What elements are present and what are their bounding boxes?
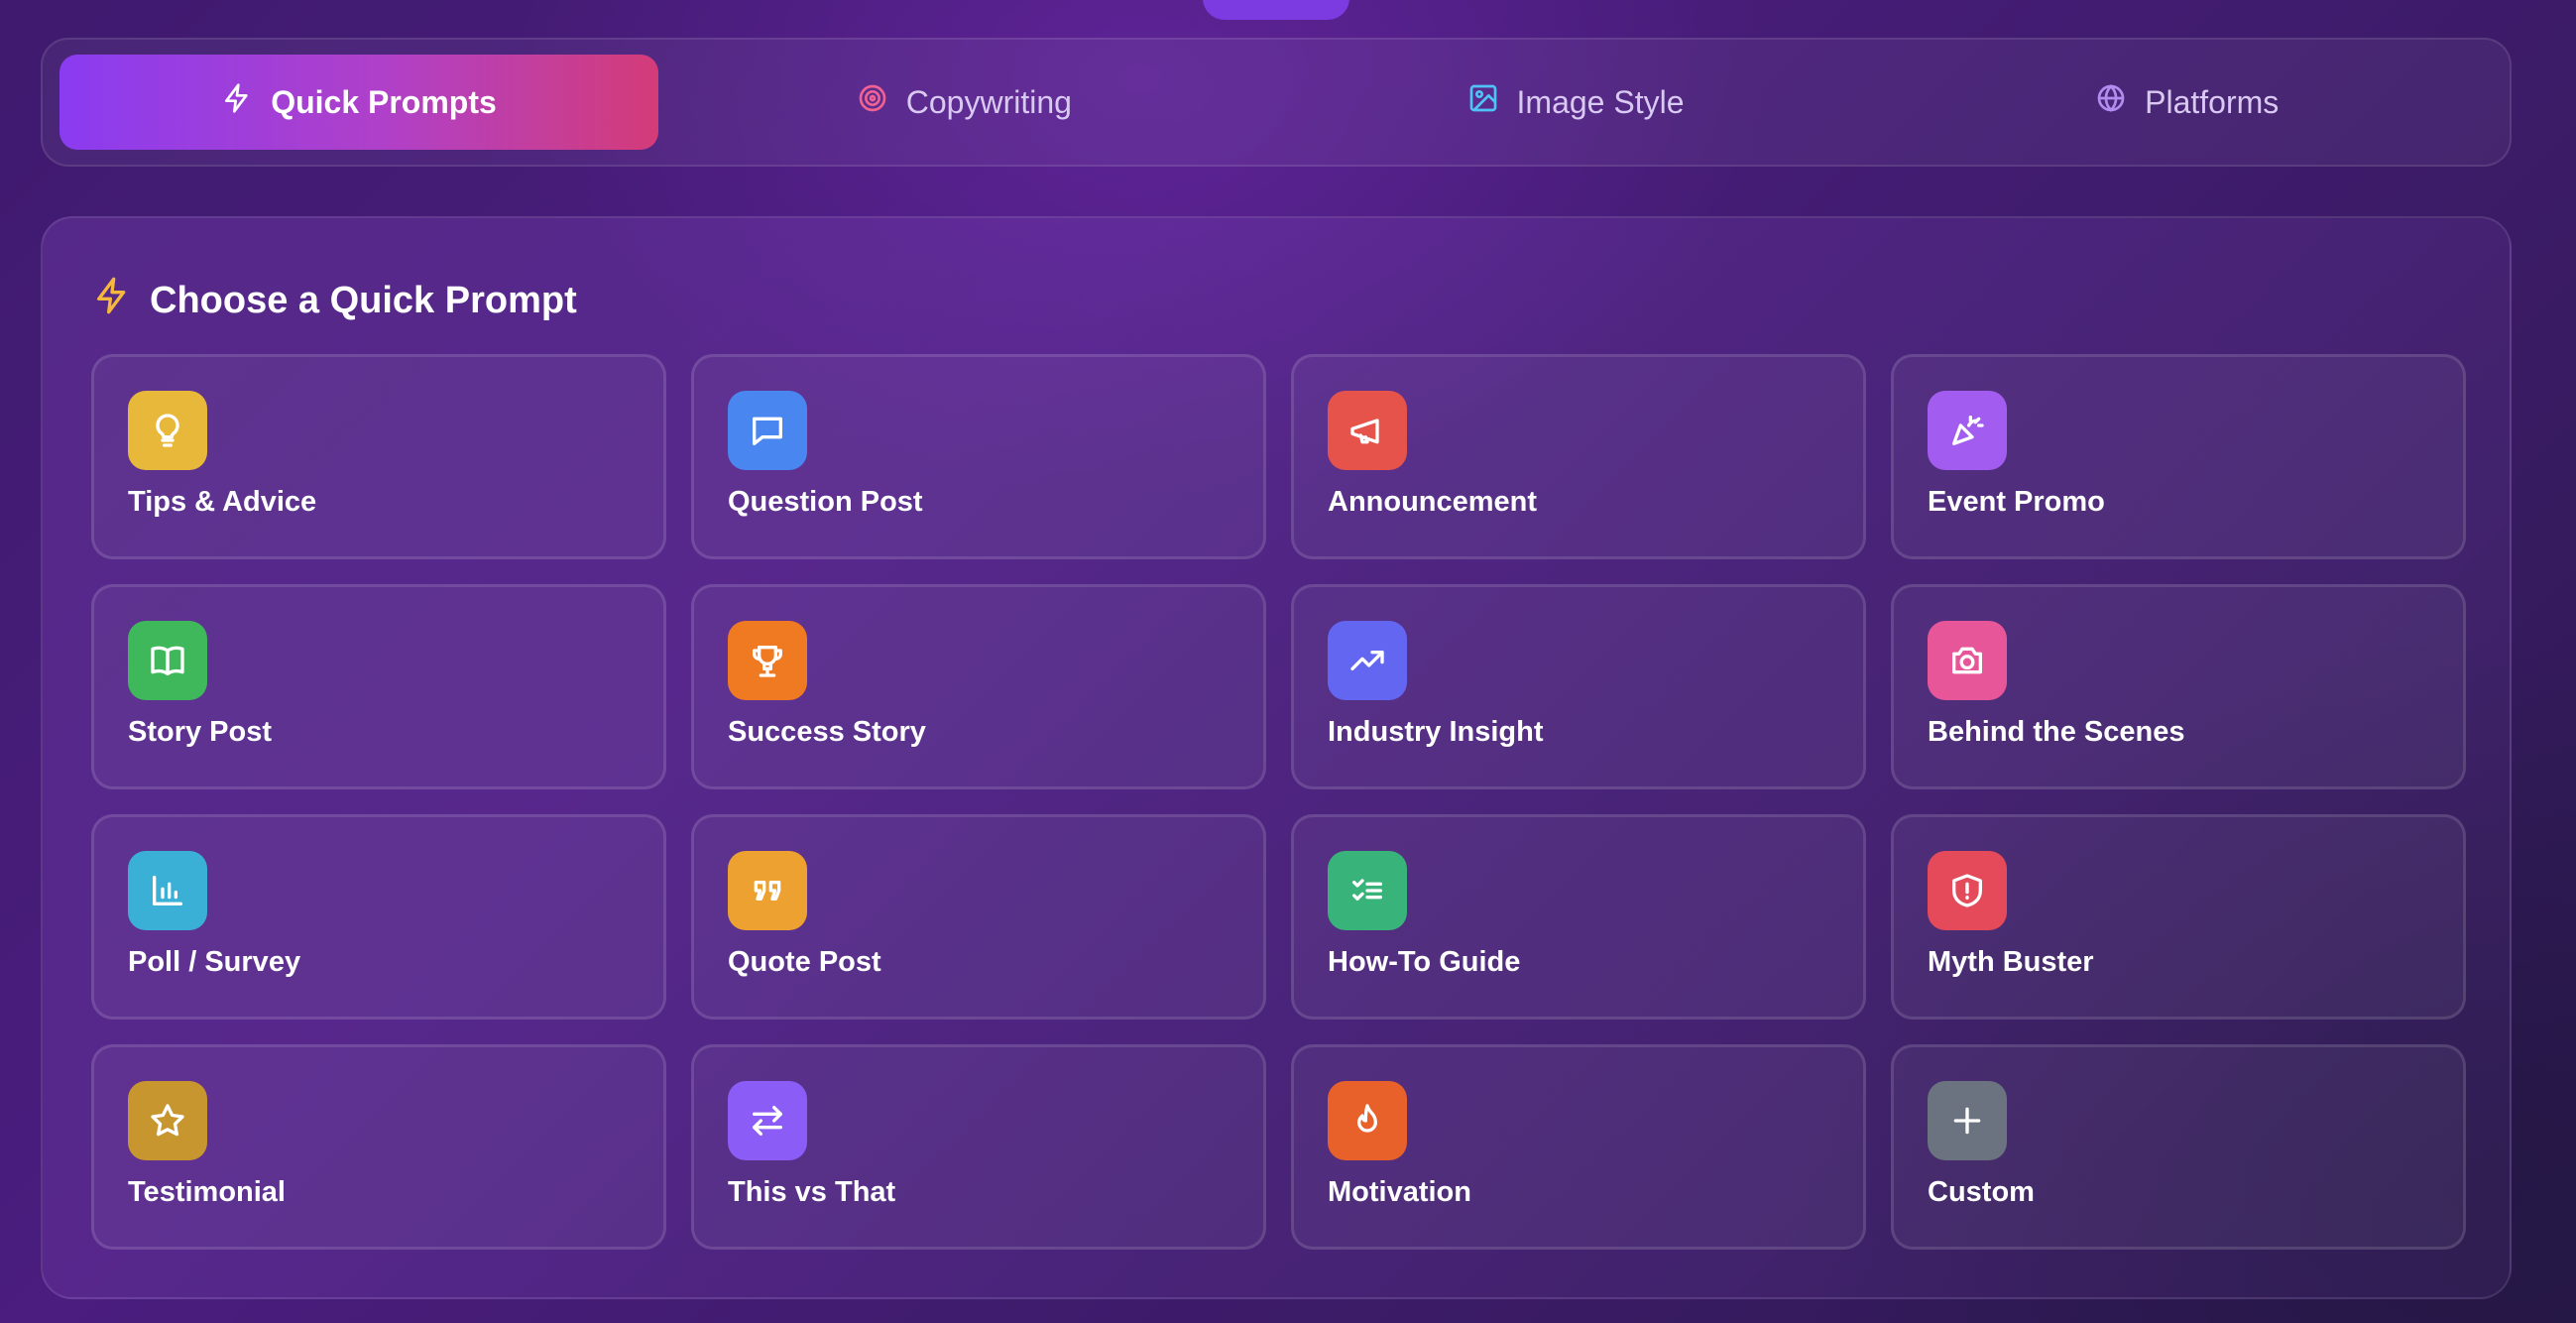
prompt-card-this-vs-that[interactable]: This vs That (691, 1044, 1266, 1250)
checklist-icon (1328, 851, 1407, 930)
tab-platforms[interactable]: Platforms (1881, 55, 2493, 150)
plus-icon (1928, 1081, 2007, 1160)
prompt-card-label: Behind the Scenes (1928, 716, 2185, 748)
swap-arrows-icon (728, 1081, 807, 1160)
flame-icon (1328, 1081, 1407, 1160)
target-icon (857, 82, 888, 122)
open-book-icon (128, 621, 207, 700)
megaphone-icon (1328, 391, 1407, 470)
prompt-card-label: Testimonial (128, 1176, 286, 1208)
prompt-card-how-to-guide[interactable]: How-To Guide (1291, 814, 1866, 1020)
party-popper-icon (1928, 391, 2007, 470)
tab-label: Image Style (1516, 83, 1685, 120)
tab-image-style[interactable]: Image Style (1270, 55, 1882, 150)
panel-title-text: Choose a Quick Prompt (150, 279, 577, 321)
prompt-card-motivation[interactable]: Motivation (1291, 1044, 1866, 1250)
bar-chart-icon (128, 851, 207, 930)
tab-label: Platforms (2145, 83, 2280, 120)
prompt-card-label: Story Post (128, 716, 273, 748)
prompt-card-announcement[interactable]: Announcement (1291, 354, 1866, 559)
prompt-card-poll-survey[interactable]: Poll / Survey (91, 814, 666, 1020)
prompt-card-label: Custom (1928, 1176, 2035, 1208)
quick-prompt-panel: Choose a Quick Prompt Tips & Advice Quest… (41, 216, 2512, 1299)
prompt-card-story-post[interactable]: Story Post (91, 584, 666, 789)
lightning-icon (92, 276, 132, 325)
prompt-card-question-post[interactable]: Question Post (691, 354, 1266, 559)
lightbulb-icon (128, 391, 207, 470)
prompt-card-label: This vs That (728, 1176, 896, 1208)
trophy-icon (728, 621, 807, 700)
prompt-card-label: Question Post (728, 486, 923, 518)
prompt-card-success-story[interactable]: Success Story (691, 584, 1266, 789)
prompt-card-behind-the-scenes[interactable]: Behind the Scenes (1891, 584, 2466, 789)
prompt-card-label: Tips & Advice (128, 486, 317, 518)
camera-icon (1928, 621, 2007, 700)
prompt-card-label: Motivation (1328, 1176, 1471, 1208)
prompt-card-custom[interactable]: Custom (1891, 1044, 2466, 1250)
prompt-card-label: How-To Guide (1328, 946, 1521, 978)
panel-title: Choose a Quick Prompt (92, 276, 577, 325)
tab-copywriting[interactable]: Copywriting (658, 55, 1270, 150)
globe-icon (2095, 82, 2127, 122)
image-icon (1467, 82, 1499, 122)
tab-label: Copywriting (905, 83, 1072, 120)
prompt-card-label: Event Promo (1928, 486, 2105, 518)
chat-bubble-icon (728, 391, 807, 470)
prompt-card-label: Quote Post (728, 946, 881, 978)
prompt-card-label: Announcement (1328, 486, 1538, 518)
prompt-card-tips-advice[interactable]: Tips & Advice (91, 354, 666, 559)
tab-bar: Quick Prompts Copywriting Image Style Pl… (41, 38, 2512, 167)
prompt-card-event-promo[interactable]: Event Promo (1891, 354, 2466, 559)
prompt-card-myth-buster[interactable]: Myth Buster (1891, 814, 2466, 1020)
prompt-card-label: Industry Insight (1328, 716, 1544, 748)
tab-quick-prompts[interactable]: Quick Prompts (59, 55, 658, 150)
prompt-card-label: Poll / Survey (128, 946, 301, 978)
prompt-grid: Tips & Advice Question Post Announcement Ev… (91, 354, 2467, 1250)
prompt-card-industry-insight[interactable]: Industry Insight (1291, 584, 1866, 789)
prompt-card-quote-post[interactable]: Quote Post (691, 814, 1266, 1020)
shield-alert-icon (1928, 851, 2007, 930)
quote-icon (728, 851, 807, 930)
top-handle[interactable] (1203, 0, 1349, 20)
trending-up-icon (1328, 621, 1407, 700)
star-icon (128, 1081, 207, 1160)
prompt-card-label: Myth Buster (1928, 946, 2094, 978)
tab-label: Quick Prompts (271, 83, 497, 120)
lightning-icon (221, 82, 253, 122)
prompt-card-testimonial[interactable]: Testimonial (91, 1044, 666, 1250)
prompt-card-label: Success Story (728, 716, 926, 748)
